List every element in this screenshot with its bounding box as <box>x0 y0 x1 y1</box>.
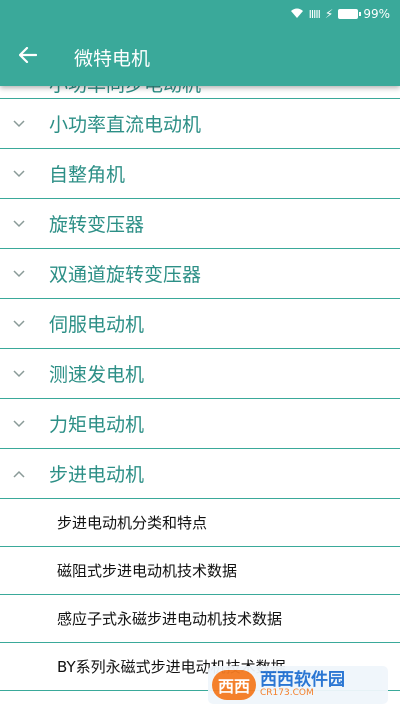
battery-icon <box>338 9 362 19</box>
list-item-expanded[interactable]: 步进电动机 <box>0 449 400 499</box>
app-bar: 微特电机 <box>0 28 400 86</box>
chevron-down-icon <box>12 217 26 231</box>
list-item-label: 小功率直流电动机 <box>49 114 202 136</box>
back-button[interactable] <box>0 28 56 86</box>
signal-icon: IIIII <box>308 7 321 21</box>
list-item[interactable]: 测速发电机 <box>0 349 400 399</box>
list-item[interactable]: 旋转变压器 <box>0 199 400 249</box>
page-title: 微特电机 <box>74 47 151 70</box>
battery-percent: 99% <box>363 7 390 21</box>
charging-icon: ⚡ <box>324 7 334 21</box>
chevron-down-icon <box>12 267 26 281</box>
watermark-text: 西西软件园 CR173.COM <box>260 671 345 700</box>
chevron-down-icon <box>12 117 26 131</box>
chevron-down-icon <box>12 367 26 381</box>
list-item[interactable]: 双通道旋转变压器 <box>0 249 400 299</box>
watermark-logo: 西西 <box>212 670 256 700</box>
sub-item[interactable]: 感应子式永磁步进电动机技术数据 <box>0 595 400 643</box>
chevron-up-icon <box>12 467 26 481</box>
chevron-down-icon <box>12 167 26 181</box>
list-item[interactable]: 力矩电动机 <box>0 399 400 449</box>
watermark: 西西 西西软件园 CR173.COM <box>208 666 388 704</box>
list-item[interactable]: 小功率直流电动机 <box>0 99 400 149</box>
category-list: 小功率同步电动机 小功率直流电动机 自整角机 旋转变压器 双通道旋转变压器 伺服… <box>0 64 400 691</box>
wifi-icon <box>290 7 304 22</box>
list-item-label: 旋转变压器 <box>49 214 145 236</box>
list-item-label: 步进电动机 <box>49 464 145 486</box>
watermark-main: 西西软件园 <box>260 669 345 690</box>
chevron-down-icon <box>12 417 26 431</box>
list-item-label: 双通道旋转变压器 <box>49 264 202 286</box>
list-item-label: 测速发电机 <box>49 364 145 386</box>
sub-item[interactable]: 步进电动机分类和特点 <box>0 499 400 547</box>
chevron-down-icon <box>12 317 26 331</box>
list-item[interactable]: 伺服电动机 <box>0 299 400 349</box>
watermark-sub: CR173.COM <box>260 688 314 699</box>
list-item-label: 自整角机 <box>49 164 126 186</box>
list-item-label: 力矩电动机 <box>49 414 145 436</box>
sub-item[interactable]: 磁阻式步进电动机技术数据 <box>0 547 400 595</box>
arrow-left-icon <box>18 46 38 67</box>
list-item[interactable]: 自整角机 <box>0 149 400 199</box>
status-bar: IIIII ⚡ 99% <box>0 0 400 28</box>
list-item-label: 伺服电动机 <box>49 314 145 336</box>
